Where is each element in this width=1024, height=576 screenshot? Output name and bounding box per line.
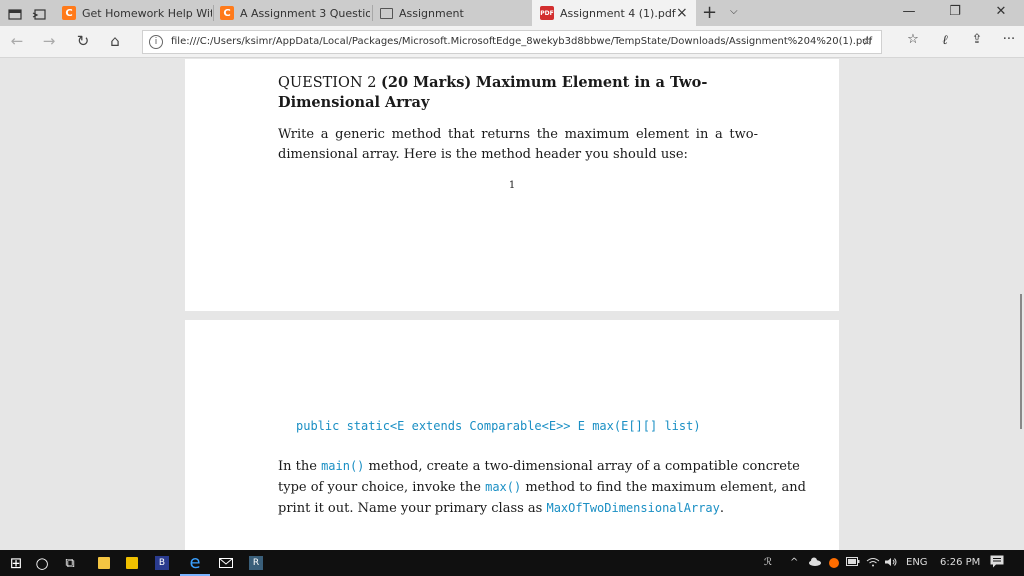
clock-time[interactable]: 6:26 PM (940, 557, 980, 568)
chegg-icon: C (220, 6, 234, 20)
tab-label: Assignment 4 (1).pdf (560, 6, 676, 20)
start-windows-icon[interactable]: ⊞ (4, 550, 28, 576)
pdf-page-2: public static<E extends Comparable<E>> E… (185, 320, 839, 550)
restore-button[interactable]: ❐ (932, 4, 978, 19)
refresh-button[interactable]: ↻ (72, 32, 94, 50)
antivirus-shield-icon[interactable] (828, 557, 840, 572)
main-method-code: main() (321, 459, 365, 473)
onedrive-cloud-icon[interactable] (808, 557, 822, 569)
app-b-icon[interactable]: B (150, 550, 174, 576)
favorites-hub-button[interactable]: ☆ (902, 32, 924, 47)
tab-label: Assignment (399, 6, 464, 20)
mail-icon[interactable] (214, 550, 238, 576)
wifi-icon[interactable] (866, 557, 880, 570)
tab-label: Get Homework Help With C (82, 6, 212, 20)
app-b-letter: B (155, 556, 169, 570)
url-text[interactable]: file:///C:/Users/ksimr/AppData/Local/Pac… (171, 36, 872, 47)
tab-homework-help[interactable]: C Get Homework Help With C (56, 0, 212, 26)
vertical-scrollbar[interactable] (1020, 294, 1022, 429)
search-circle-icon[interactable]: ○ (30, 550, 54, 576)
question-heading: QUESTION 2 (20 Marks) Maximum Element in… (278, 73, 798, 113)
close-tab-icon[interactable]: × (676, 5, 688, 21)
page-number: 1 (508, 180, 516, 191)
new-tab-button[interactable]: + (702, 2, 717, 23)
tab-list-chevron-icon[interactable]: ⌵ (730, 6, 738, 17)
task-view-icon[interactable]: ⧉ (58, 550, 82, 576)
max-method-code: max() (485, 480, 522, 494)
notifications-icon[interactable] (990, 555, 1004, 571)
class-name-code: MaxOfTwoDimensionalArray (546, 501, 720, 515)
tab-assignment[interactable]: Assignment (374, 0, 530, 26)
question-marks: (20 Marks) (381, 74, 472, 91)
windows-taskbar: ⊞ ○ ⧉ B e R ℛ ^ ENG 6:26 PM (0, 550, 1024, 576)
store-icon[interactable] (120, 550, 144, 576)
minimize-button[interactable]: — (886, 4, 932, 19)
text-run: In the (278, 459, 322, 474)
address-bar[interactable]: i file:///C:/Users/ksimr/AppData/Local/P… (142, 30, 882, 54)
home-button[interactable]: ⌂ (104, 32, 126, 50)
pdf-icon: PDF (540, 6, 554, 20)
file-explorer-icon[interactable] (92, 550, 116, 576)
text-run: . (719, 501, 725, 516)
method-header-code: public static<E extends Comparable<E>> E… (296, 419, 701, 433)
set-tabs-aside-icon[interactable] (8, 6, 22, 20)
tab-assignment-3-question[interactable]: C A Assignment 3 Question X (214, 0, 370, 26)
volume-icon[interactable] (884, 557, 898, 570)
forward-button[interactable]: → (38, 32, 60, 50)
address-toolbar: ← → ↻ ⌂ i file:///C:/Users/ksimr/AppData… (0, 26, 1024, 58)
people-icon[interactable]: ℛ (764, 557, 772, 568)
favorite-star-icon[interactable]: ☆ (861, 34, 873, 49)
tab-assignment-4-pdf[interactable]: PDF Assignment 4 (1).pdf (532, 0, 696, 26)
battery-icon[interactable] (846, 557, 860, 569)
more-menu-button[interactable]: ··· (998, 32, 1020, 47)
share-button[interactable]: ⇪ (966, 32, 988, 47)
show-hidden-icons-chevron-icon[interactable]: ^ (790, 557, 798, 568)
chegg-icon: C (62, 6, 76, 20)
question-label: QUESTION 2 (278, 75, 377, 91)
show-tabs-aside-icon[interactable] (32, 6, 46, 20)
edge-browser-icon[interactable]: e (180, 550, 210, 576)
back-button[interactable]: ← (6, 32, 28, 50)
tab-label: A Assignment 3 Question X (240, 6, 370, 20)
close-window-button[interactable]: ✕ (978, 4, 1024, 19)
intro-paragraph: Write a generic method that returns the … (278, 127, 758, 162)
app-r-letter: R (249, 556, 263, 570)
input-language[interactable]: ENG (906, 557, 928, 568)
info-icon[interactable]: i (149, 35, 163, 49)
app-r-icon[interactable]: R (244, 550, 268, 576)
tab-bar: C Get Homework Help With C C A Assignmen… (0, 0, 1024, 26)
document-icon (380, 7, 393, 19)
instructions-paragraph: In the main() method, create a two-dimen… (278, 456, 813, 519)
pdf-viewport[interactable]: QUESTION 2 (20 Marks) Maximum Element in… (0, 59, 1024, 550)
tab-separator (372, 5, 373, 21)
web-note-pen-button[interactable]: ℓ (934, 32, 956, 48)
pdf-page-1: QUESTION 2 (20 Marks) Maximum Element in… (185, 59, 839, 311)
